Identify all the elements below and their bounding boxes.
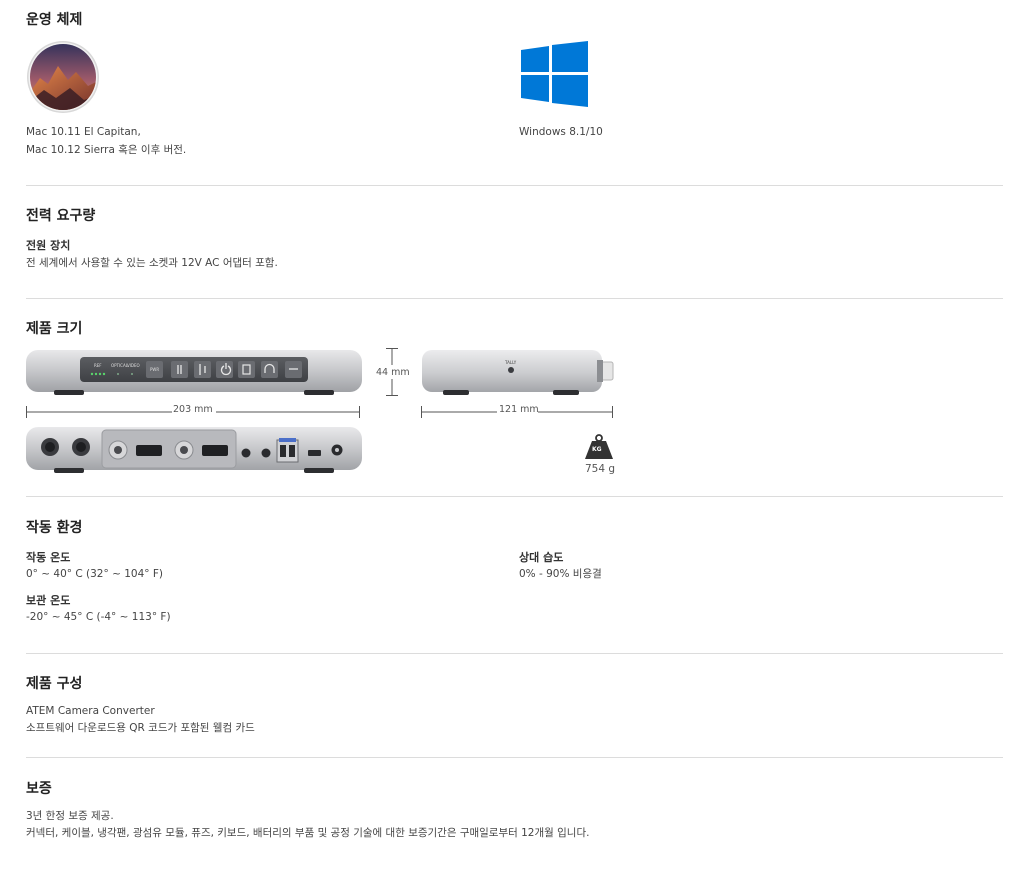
warranty-line-2: 커넥터, 케이블, 냉각팬, 광섬유 모듈, 퓨즈, 키보드, 배터리의 부품 … — [26, 827, 590, 839]
optical-label: OPTICAL — [111, 363, 128, 368]
divider — [26, 757, 1003, 758]
device-side-view — [421, 348, 615, 396]
environment-heading: 작동 환경 — [26, 520, 83, 536]
warranty-line-1: 3년 한정 보증 제공. — [26, 810, 114, 822]
divider — [26, 298, 1003, 299]
contents-item: ATEM Camera Converter — [26, 705, 155, 717]
power-supply-text: 전 세계에서 사용할 수 있는 소켓과 12V AC 어댑터 포함. — [26, 257, 278, 269]
mac-version-line-2: Mac 10.12 Sierra 혹은 이후 버전. — [26, 144, 187, 156]
humidity-value: 0% - 90% 비응결 — [519, 568, 602, 580]
power-supply-label: 전원 장치 — [26, 239, 71, 252]
device-front-view — [26, 348, 362, 396]
windows-logo-icon — [521, 41, 588, 107]
warranty-heading: 보증 — [26, 781, 52, 797]
divider — [26, 496, 1003, 497]
storage-temp-value: -20° ~ 45° C (-4° ~ 113° F) — [26, 611, 171, 623]
macos-sierra-icon — [26, 40, 100, 114]
operating-temp-label: 작동 온도 — [26, 551, 71, 564]
divider — [26, 653, 1003, 654]
windows-version: Windows 8.1/10 — [519, 126, 603, 138]
ref-label: REF — [94, 363, 102, 368]
power-heading: 전력 요구량 — [26, 208, 96, 224]
height-value: 44 mm — [376, 367, 410, 378]
mac-version-line-1: Mac 10.11 El Capitan, — [26, 126, 141, 138]
operating-temp-value: 0° ~ 40° C (32° ~ 104° F) — [26, 568, 163, 580]
tally-label: TALLY — [505, 360, 517, 365]
device-rear-view — [26, 425, 362, 475]
weight-icon-text: KG — [592, 446, 602, 453]
storage-temp-label: 보관 온도 — [26, 594, 71, 607]
os-heading: 운영 체제 — [26, 12, 83, 28]
contents-item: 소프트웨어 다운로드용 QR 코드가 포함된 웰컴 카드 — [26, 722, 255, 734]
divider — [26, 185, 1003, 186]
contents-heading: 제품 구성 — [26, 676, 83, 692]
humidity-label: 상대 습도 — [519, 551, 564, 564]
depth-value: 121 mm — [499, 404, 539, 415]
width-value: 203 mm — [173, 404, 213, 415]
video-label: VIDEO — [127, 363, 140, 368]
weight-value: 754 g — [585, 463, 616, 475]
pwr-label: PWR — [150, 367, 160, 372]
dimensions-heading: 제품 크기 — [26, 321, 83, 337]
